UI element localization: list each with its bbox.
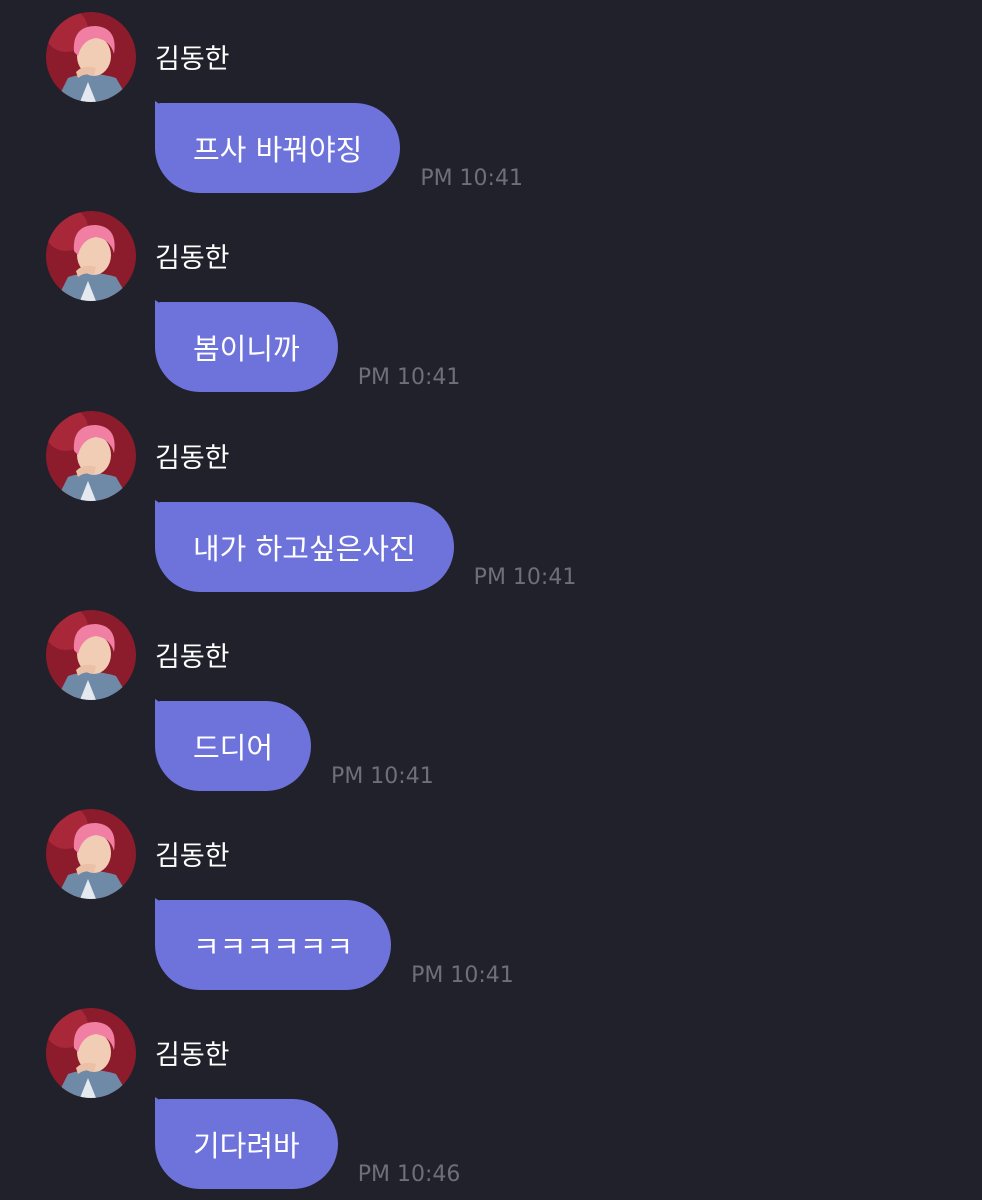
message-bubble[interactable]: 프사 바꿔야징 — [155, 101, 401, 193]
message-text: 내가 하고싶은사진 — [193, 532, 416, 566]
message-row: 김동한 내가 하고싶은사진 PM 10:41 — [0, 399, 982, 599]
avatar[interactable] — [46, 211, 136, 301]
message-bubble[interactable]: 드디어 — [155, 699, 312, 791]
message-group: 내가 하고싶은사진 PM 10:41 — [155, 500, 577, 592]
message-group: ㅋㅋㅋㅋㅋㅋ PM 10:41 — [155, 898, 514, 990]
message-timestamp: PM 10:41 — [357, 365, 461, 390]
message-text: 봄이니까 — [193, 332, 300, 366]
message-timestamp: PM 10:41 — [473, 565, 577, 590]
avatar[interactable] — [46, 411, 136, 501]
message-row: 김동한 봄이니까 PM 10:41 — [0, 199, 982, 399]
message-text: 프사 바꿔야징 — [193, 133, 363, 167]
sender-name: 김동한 — [155, 1040, 230, 1071]
message-timestamp: PM 10:41 — [331, 764, 434, 789]
bubble-tail — [155, 699, 173, 711]
message-timestamp: PM 10:46 — [357, 1162, 461, 1187]
sender-name: 김동한 — [155, 841, 230, 872]
avatar-photo-icon — [46, 809, 136, 899]
chat-message-list[interactable]: 김동한 프사 바꿔야징 PM 10:41 김동한 봄이니까 PM 10:41 김… — [0, 0, 982, 1200]
avatar[interactable] — [46, 12, 136, 102]
avatar-photo-icon — [46, 411, 136, 501]
message-text: 드디어 — [193, 731, 274, 765]
message-text: ㅋㅋㅋㅋㅋㅋ — [193, 930, 354, 964]
message-group: 프사 바꿔야징 PM 10:41 — [155, 101, 523, 193]
avatar-photo-icon — [46, 610, 136, 700]
bubble-tail — [155, 300, 173, 312]
bubble-tail — [155, 898, 173, 910]
bubble-tail — [155, 1097, 173, 1109]
sender-name: 김동한 — [155, 642, 230, 673]
message-group: 봄이니까 PM 10:41 — [155, 300, 461, 392]
bubble-tail — [155, 500, 173, 512]
message-row: 김동한 프사 바꿔야징 PM 10:41 — [0, 0, 982, 200]
avatar[interactable] — [46, 610, 136, 700]
avatar-photo-icon — [46, 1008, 136, 1098]
message-bubble[interactable]: ㅋㅋㅋㅋㅋㅋ — [155, 898, 392, 990]
message-row: 김동한 ㅋㅋㅋㅋㅋㅋ PM 10:41 — [0, 797, 982, 997]
avatar-photo-icon — [46, 12, 136, 102]
bubble-tail — [155, 101, 173, 113]
avatar[interactable] — [46, 809, 136, 899]
message-text: 기다려바 — [193, 1129, 300, 1163]
message-timestamp: PM 10:41 — [420, 166, 523, 191]
message-group: 드디어 PM 10:41 — [155, 699, 434, 791]
message-bubble[interactable]: 내가 하고싶은사진 — [155, 500, 454, 592]
message-bubble[interactable]: 기다려바 — [155, 1097, 338, 1189]
avatar-photo-icon — [46, 211, 136, 301]
message-bubble[interactable]: 봄이니까 — [155, 300, 338, 392]
message-group: 기다려바 PM 10:46 — [155, 1097, 461, 1189]
message-row: 김동한 드디어 PM 10:41 — [0, 598, 982, 798]
message-row: 김동한 기다려바 PM 10:46 — [0, 996, 982, 1196]
sender-name: 김동한 — [155, 443, 230, 474]
message-timestamp: PM 10:41 — [411, 963, 514, 988]
avatar[interactable] — [46, 1008, 136, 1098]
sender-name: 김동한 — [155, 243, 230, 274]
sender-name: 김동한 — [155, 44, 230, 75]
